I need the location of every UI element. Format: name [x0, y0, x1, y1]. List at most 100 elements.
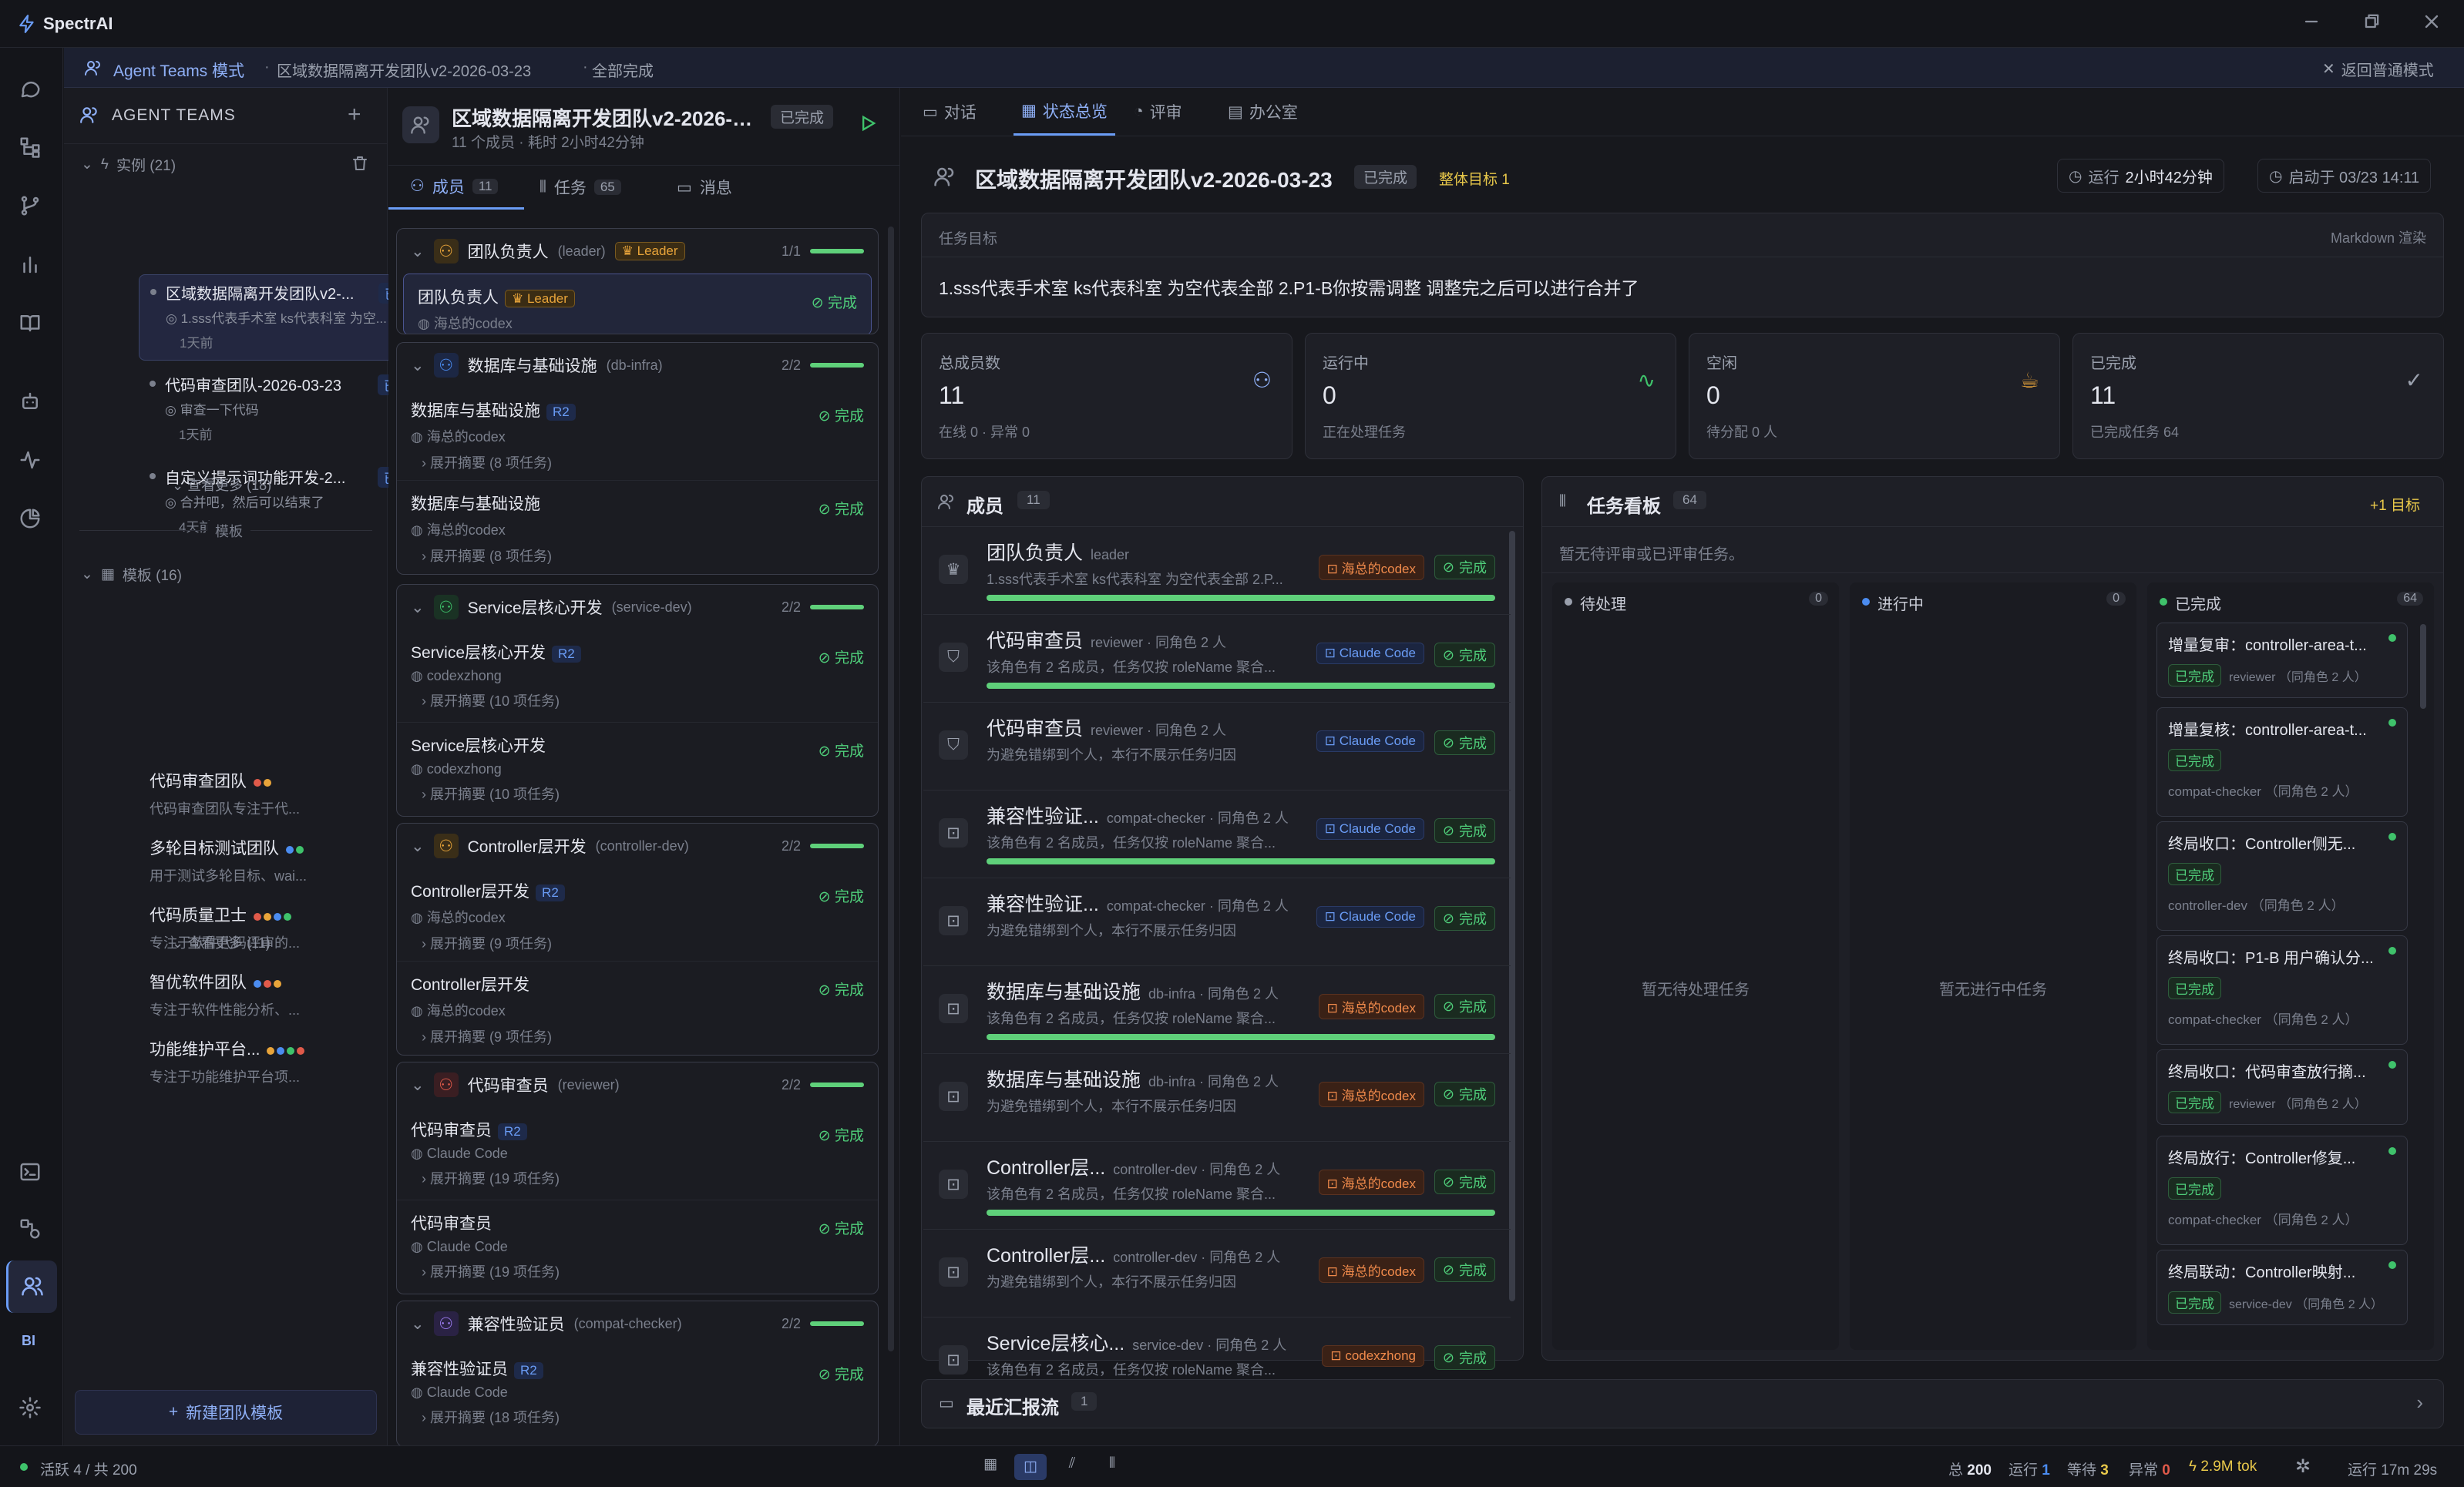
member-row[interactable]: 数据库与基础设施 ◍ 海总的codex › 展开摘要 (8 项任务) ⊘ 完成 [397, 480, 878, 572]
activity-icon[interactable] [18, 448, 42, 472]
board-note: 暂无待评审或已评审任务。 [1559, 546, 1744, 563]
templates-header[interactable]: ⌄ ▦ 模板 (16) [81, 564, 182, 585]
task-card[interactable]: 终局联动：Controller映射... 已完成 service-dev （同角色… [2156, 1250, 2408, 1325]
expand-label: 展开摘要 [430, 936, 486, 952]
member-row[interactable]: 代码审查员 ◍ Claude Code › 展开摘要 (19 项任务) ⊘ 完成 [397, 1200, 878, 1292]
back-normal-button[interactable]: ✕ 返回普通模式 [2322, 58, 2434, 80]
expand-summary[interactable]: › 展开摘要 (8 项任务) [411, 545, 864, 566]
view-chart-button[interactable]: ⫽ [1059, 1455, 1085, 1479]
expand-summary[interactable]: › 展开摘要 (8 项任务) [411, 452, 864, 472]
teams-rail-button[interactable] [6, 1260, 57, 1313]
member-list-row[interactable]: ♛ 团队负责人 leader 1.sss代表手术室 ks代表科室 为空代表全部 2… [923, 527, 1511, 615]
member-list-desc: 为避免错绑到个人，本行不展示任务归因 [987, 923, 1236, 938]
status-badge-text: 完成 [1459, 1351, 1487, 1366]
role-group-header[interactable]: ⌄ ⚇ Controller层开发 (controller-dev) 2/2 [397, 824, 878, 868]
expand-summary[interactable]: › 展开摘要 (10 项任务) [411, 784, 864, 804]
member-status: ⊘ 完成 [819, 740, 864, 760]
more-templates-button[interactable]: ⌄ 查看更多 (11) [172, 932, 271, 952]
goal-text: 1.sss代表手术室 ks代表科室 为空代表全部 2.P1-B你按需调整 调整完… [939, 278, 1639, 298]
add-team-button[interactable]: + [348, 102, 361, 128]
right-tab[interactable]: ▭ 对话 [923, 88, 977, 136]
expand-summary[interactable]: › 展开摘要 (10 项任务) [411, 690, 864, 710]
member-row[interactable]: Service层核心开发 ◍ codexzhong › 展开摘要 (10 项任务… [397, 722, 878, 814]
role-count: 2/2 [781, 1076, 801, 1093]
expand-summary[interactable]: › 展开摘要 (18 项任务) [411, 1407, 864, 1427]
tab-messages[interactable]: ▭ 消息 [677, 165, 732, 210]
tree-icon[interactable] [18, 136, 42, 159]
role-group-header[interactable]: ⌄ ⚇ 兼容性验证员 (compat-checker) 2/2 [397, 1301, 878, 1346]
member-list-row[interactable]: ⊡ Controller层... controller-dev · 同角色 2 人… [923, 1230, 1511, 1317]
member-status: ⊘ 完成 [819, 885, 864, 906]
trash-icon[interactable] [351, 154, 369, 173]
view-grid-button[interactable]: ▦ [977, 1455, 1003, 1479]
restore-button[interactable] [2361, 11, 2384, 34]
role-group-header[interactable]: ⌄ ⚇ Service层核心开发 (service-dev) 2/2 [397, 585, 878, 629]
member-row[interactable]: Controller层开发 R2 ◍ 海总的codex › 展开摘要 (9 项任务… [397, 868, 878, 961]
minimize-button[interactable] [2301, 11, 2324, 34]
member-list-row[interactable]: ⊡ 兼容性验证... compat-checker · 同角色 2 人 为避免错绑… [923, 878, 1511, 966]
bi-button[interactable]: BI [22, 1333, 35, 1349]
right-tab[interactable]: ◔ 评审 [1134, 88, 1182, 136]
provider-badge: ⊡ 海总的codex [1318, 1082, 1424, 1107]
members-scrollbar[interactable] [888, 227, 894, 1351]
member-provider: ◍ Claude Code [411, 1146, 864, 1162]
bug-icon[interactable]: ✲ [2295, 1455, 2311, 1478]
role-group-header[interactable]: ⌄ ⚇ 数据库与基础设施 (db-infra) 2/2 [397, 343, 878, 388]
status-badge: ⊘ 完成 [1434, 643, 1495, 667]
role-icon: ⚇ [433, 239, 459, 263]
member-row[interactable]: Controller层开发 ◍ 海总的codex › 展开摘要 (9 项任务) … [397, 961, 878, 1053]
expand-summary[interactable]: › 展开摘要 (9 项任务) [411, 1026, 864, 1046]
right-tab[interactable]: ▤ 办公室 [1228, 88, 1298, 136]
task-card[interactable]: 终局收口：Controller侧无... 已完成 controller-dev … [2156, 821, 2408, 931]
close-window-button[interactable] [2421, 11, 2444, 34]
goal-label: 任务目标 [939, 231, 998, 247]
member-row[interactable]: 数据库与基础设施 R2 ◍ 海总的codex › 展开摘要 (8 项任务) ⊘ 完… [397, 388, 878, 480]
member-row[interactable]: Service层核心开发 R2 ◍ codexzhong › 展开摘要 (10 项… [397, 629, 878, 722]
member-row[interactable]: 代码审查员 R2 ◍ Claude Code › 展开摘要 (19 项任务) ⊘ … [397, 1107, 878, 1200]
view-split-button[interactable]: ◫ [1014, 1454, 1047, 1480]
tab-tasks[interactable]: ⫴ 任务 65 [540, 165, 621, 210]
member-row[interactable]: 团队负责人 ♛ Leader ◍ 海总的codex ⊘ 完成 [403, 274, 872, 334]
reports-bar[interactable]: ▭ 最近汇报流 1 › [921, 1379, 2444, 1428]
member-list-row[interactable]: ⊡ 兼容性验证... compat-checker · 同角色 2 人 该角色有 … [923, 790, 1511, 878]
member-row[interactable]: 兼容性验证员 R2 ◍ Claude Code › 展开摘要 (18 项任务) ⊘… [397, 1346, 878, 1438]
member-list-row[interactable]: ⛉ 代码审查员 reviewer · 同角色 2 人 为避免错绑到个人，本行不展示… [923, 703, 1511, 790]
role-group-header[interactable]: ⌄ ⚇ 代码审查员 (reviewer) 2/2 [397, 1062, 878, 1107]
kanban-scrollbar[interactable] [2420, 624, 2426, 709]
task-card[interactable]: 终局收口：代码审查放行摘... 已完成 reviewer （同角色 2 人） [2156, 1049, 2408, 1125]
member-list-row[interactable]: ⊡ 数据库与基础设施 db-infra · 同角色 2 人 该角色有 2 名成员，… [923, 966, 1511, 1054]
right-tab[interactable]: ▦ 状态总览 [1014, 88, 1115, 136]
play-icon[interactable] [857, 112, 879, 134]
settings-icon[interactable] [18, 1396, 42, 1419]
pie-chart-icon[interactable] [18, 507, 42, 530]
terminal-icon[interactable] [18, 1160, 42, 1183]
task-card[interactable]: 增量复核：controller-area-t... 已完成 compat-che… [2156, 707, 2408, 817]
task-card[interactable]: 终局放行：Controller修复... 已完成 compat-checker … [2156, 1136, 2408, 1245]
member-name-text: 团队负责人 [418, 289, 499, 307]
book-icon[interactable] [18, 311, 42, 334]
expand-summary[interactable]: › 展开摘要 (9 项任务) [411, 933, 864, 953]
task-title: 终局收口：P1-B 用户确认分... [2168, 950, 2374, 967]
view-kanban-button[interactable]: ⫴ [1099, 1455, 1125, 1479]
task-card[interactable]: 增量复审：controller-area-t... 已完成 reviewer （同… [2156, 623, 2408, 698]
more-instances-button[interactable]: ⌄ 查看更多 (18) [172, 475, 271, 495]
new-template-button[interactable]: + 新建团队模板 [75, 1390, 377, 1435]
member-list-name: Service层核心... service-dev · 同角色 2 人 [987, 1328, 1286, 1356]
check-circle-icon: ⊘ [818, 408, 831, 425]
member-provider: ◍ 海总的codex [411, 907, 864, 927]
member-list-row[interactable]: ⊡ 数据库与基础设施 db-infra · 同角色 2 人 为避免错绑到个人，本行… [923, 1054, 1511, 1142]
expand-summary[interactable]: › 展开摘要 (19 项任务) [411, 1168, 864, 1188]
nodes-icon[interactable] [18, 1217, 42, 1240]
task-card[interactable]: 终局收口：P1-B 用户确认分... 已完成 compat-checker （同… [2156, 935, 2408, 1045]
bar-chart-icon[interactable] [18, 253, 42, 276]
member-list-row[interactable]: ⊡ Controller层... controller-dev · 同角色 2 人… [923, 1142, 1511, 1230]
member-list-row[interactable]: ⛉ 代码审查员 reviewer · 同角色 2 人 该角色有 2 名成员，任务仅… [923, 615, 1511, 703]
role-group-header[interactable]: ⌄ ⚇ 团队负责人 (leader) ♛ Leader 1/1 [397, 229, 878, 274]
expand-summary[interactable]: › 展开摘要 (19 项任务) [411, 1261, 864, 1281]
tab-members[interactable]: ⚇ 成员 11 [388, 165, 524, 210]
chat-icon[interactable] [18, 77, 42, 100]
instances-header[interactable]: ⌄ ϟ 实例 (21) [81, 154, 176, 175]
git-branch-icon[interactable] [18, 194, 42, 217]
round-tag: R2 [514, 1362, 543, 1379]
robot-icon[interactable] [18, 390, 42, 413]
